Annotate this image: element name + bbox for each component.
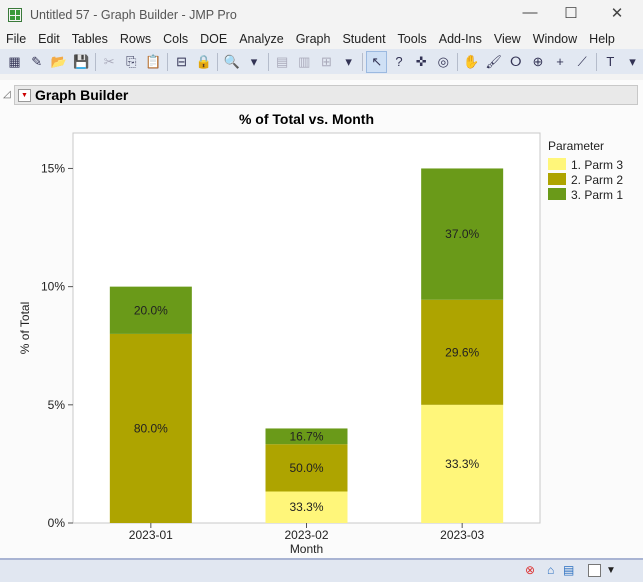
chart-title: % of Total vs. Month xyxy=(239,111,374,127)
menu-analyze[interactable]: Analyze xyxy=(239,32,283,46)
y-tick-label: 15% xyxy=(41,161,65,175)
x-tick-label: 2023-03 xyxy=(440,528,484,542)
toolbar-separator xyxy=(167,52,169,71)
status-bar: ⊗ ⌂ ▤ ▼ xyxy=(0,558,643,582)
help-tool-icon[interactable]: ? xyxy=(388,51,409,73)
zoom-tool-icon[interactable]: ⊕ xyxy=(527,51,548,73)
toolbar-separator xyxy=(267,52,269,71)
paste-icon[interactable]: 📋 xyxy=(143,51,164,73)
legend-item: 2. Parm 2 xyxy=(571,173,623,187)
overflow-icon[interactable]: ▾ xyxy=(338,51,359,73)
y-tick-label: 5% xyxy=(48,398,66,412)
arrow-tool-icon[interactable]: ↖ xyxy=(366,50,388,73)
dropdown-arrow-icon[interactable]: ▼ xyxy=(606,565,616,576)
columns-icon[interactable]: ▥ xyxy=(294,51,315,73)
menu-help[interactable]: Help xyxy=(589,32,615,46)
legend-title: Parameter xyxy=(548,139,604,153)
new-data-table-icon[interactable]: ▦ xyxy=(4,51,25,73)
menu-doe[interactable]: DOE xyxy=(200,32,227,46)
menu-view[interactable]: View xyxy=(494,32,521,46)
data-grid-icon[interactable]: ▤ xyxy=(272,51,293,73)
menu-edit[interactable]: Edit xyxy=(38,32,60,46)
home-icon[interactable]: ⌂ xyxy=(547,563,554,577)
selection-box[interactable] xyxy=(588,564,601,577)
window-list-icon[interactable]: ▤ xyxy=(563,563,574,577)
search-icon[interactable]: 🔍 xyxy=(221,51,242,73)
brush-tool-icon[interactable]: 🖌 xyxy=(483,51,504,73)
ruler-icon[interactable]: ⟋ xyxy=(572,51,593,73)
menu-add-ins[interactable]: Add-Ins xyxy=(439,32,482,46)
toolbar-separator xyxy=(94,52,96,71)
target-tool-icon[interactable]: ◎ xyxy=(433,51,454,73)
legend-swatch xyxy=(548,188,566,200)
y-tick-label: 0% xyxy=(48,516,66,530)
data-label: 80.0% xyxy=(134,421,168,435)
lasso-tool-icon[interactable]: ⵔ xyxy=(505,51,526,73)
jmp-app-icon xyxy=(8,8,22,22)
journal-icon[interactable]: ⊟ xyxy=(171,51,192,73)
menu-window[interactable]: Window xyxy=(533,32,577,46)
x-axis-label: Month xyxy=(290,542,323,556)
cut-icon[interactable]: ✂ xyxy=(99,51,120,73)
menu-rows[interactable]: Rows xyxy=(120,32,151,46)
copy-icon[interactable]: ⎘ xyxy=(121,51,142,73)
menu-graph[interactable]: Graph xyxy=(296,32,331,46)
toolbar-separator xyxy=(456,52,458,71)
maximize-button[interactable]: ☐ xyxy=(551,4,591,26)
overflow-icon[interactable]: ▾ xyxy=(622,51,643,73)
legend-swatch xyxy=(548,158,566,170)
crosshair-tool-icon[interactable]: ✜ xyxy=(411,51,432,73)
data-label: 29.6% xyxy=(445,345,479,359)
menu-bar: File Edit Tables Rows Cols DOE Analyze Graph Stu… xyxy=(0,30,643,48)
menu-file[interactable]: File xyxy=(6,32,26,46)
menu-tools[interactable]: Tools xyxy=(398,32,427,46)
new-script-icon[interactable]: ✎ xyxy=(26,51,47,73)
legend-item: 3. Parm 1 xyxy=(571,188,623,202)
data-label: 33.3% xyxy=(289,500,323,514)
crosshairs-icon[interactable]: + xyxy=(549,51,570,73)
toolbar-separator xyxy=(362,52,364,71)
lock-icon[interactable]: 🔒 xyxy=(193,51,214,73)
window-title: Untitled 57 - Graph Builder - JMP Pro xyxy=(30,8,237,22)
chart: % of Total vs. Month 0% 5% 10% 15% % of Total… xyxy=(18,111,623,556)
y-axis-label: % of Total xyxy=(18,302,32,354)
disclosure-triangle-icon[interactable]: ◿ xyxy=(3,89,11,100)
data-label: 16.7% xyxy=(289,429,323,443)
x-tick-label: 2023-02 xyxy=(284,528,328,542)
data-label: 37.0% xyxy=(445,227,479,241)
menu-student[interactable]: Student xyxy=(342,32,385,46)
annotate-icon[interactable]: T xyxy=(600,51,621,73)
overflow-icon[interactable]: ▾ xyxy=(243,51,264,73)
add-rows-icon[interactable]: ⊞ xyxy=(316,51,337,73)
save-icon[interactable]: 💾 xyxy=(70,51,91,73)
menu-tables[interactable]: Tables xyxy=(72,32,108,46)
toolbar-separator xyxy=(217,52,219,71)
toolbar: ▦ ✎ 📂 💾 ✂ ⎘ 📋 ⊟ 🔒 🔍 ▾ ▤ ▥ ⊞ ▾ ↖? ✜ ◎ ✋ 🖌 ⵔ ⊕ + ⟋ T ▾ xyxy=(0,49,643,74)
close-button[interactable]: ✕ xyxy=(597,4,637,26)
menu-cols[interactable]: Cols xyxy=(163,32,188,46)
red-triangle-menu-icon[interactable]: ▼ xyxy=(18,88,31,102)
hand-tool-icon[interactable]: ✋ xyxy=(461,51,482,73)
error-icon[interactable]: ⊗ xyxy=(525,563,535,577)
graph-builder-outline: ▼ Graph Builder xyxy=(14,85,638,105)
data-label: 33.3% xyxy=(445,457,479,471)
outline-title: Graph Builder xyxy=(35,87,129,103)
title-bar: Untitled 57 - Graph Builder - JMP Pro — … xyxy=(0,0,643,30)
x-tick-label: 2023-01 xyxy=(129,528,173,542)
legend-item: 1. Parm 3 xyxy=(571,158,623,172)
toolbar-separator xyxy=(595,52,597,71)
y-tick-label: 10% xyxy=(41,280,65,294)
data-label: 50.0% xyxy=(289,461,323,475)
open-icon[interactable]: 📂 xyxy=(48,51,69,73)
data-label: 20.0% xyxy=(134,303,168,317)
minimize-button[interactable]: — xyxy=(510,4,550,26)
legend-swatch xyxy=(548,173,566,185)
